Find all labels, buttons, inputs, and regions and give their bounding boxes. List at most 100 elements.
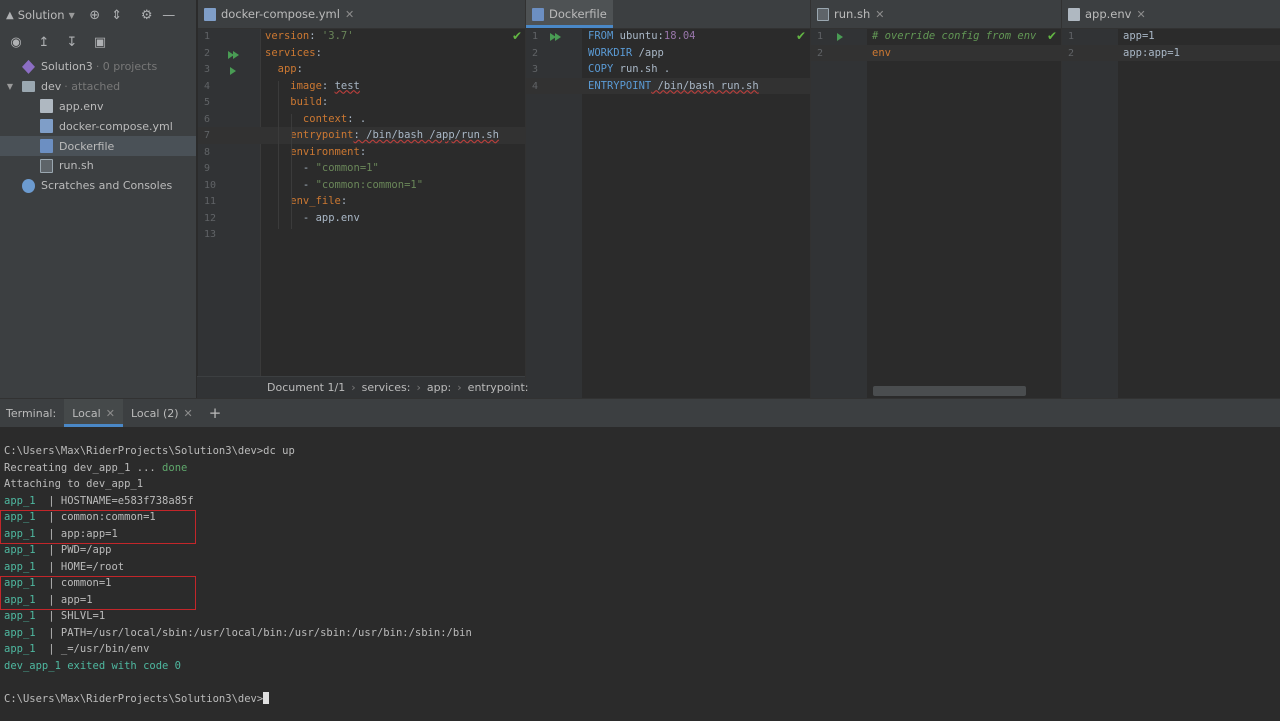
line-number: 9	[204, 163, 211, 174]
code-line: app:app=1	[1123, 47, 1180, 59]
terminal-output[interactable]: C:\Users\Max\RiderProjects\Solution3\dev…	[4, 443, 472, 707]
tab-docker-compose[interactable]: docker-compose.yml ✕	[198, 0, 361, 29]
code-line: ENTRYPOINT /bin/bash run.sh	[588, 80, 759, 92]
close-icon[interactable]: ✕	[345, 8, 354, 21]
collapse-all-icon[interactable]: ⇕	[109, 7, 125, 23]
tree-item-scratches[interactable]: Scratches and Consoles	[0, 176, 196, 196]
horizontal-scrollbar[interactable]	[873, 386, 1026, 396]
new-terminal-button[interactable]: +	[201, 399, 230, 427]
pane-divider[interactable]	[810, 0, 811, 398]
code-line: context: .	[265, 113, 366, 125]
code-token: app:app=1	[1123, 46, 1180, 59]
indent-guide	[291, 113, 292, 229]
check-icon[interactable]: ✔	[1047, 29, 1057, 43]
terminal-line-text: | SHLVL=1	[48, 610, 106, 622]
line-number: 11	[204, 196, 217, 207]
close-icon[interactable]: ✕	[184, 407, 193, 420]
tree-item-label: run.sh	[59, 159, 94, 173]
chevron-down-icon[interactable]: ▼	[4, 82, 16, 91]
tree-item-label: Solution3	[41, 60, 93, 74]
solution-header: ▲ Solution ▼ ⊕ ⇕ ⚙ —	[0, 0, 196, 30]
terminal-line-text: | PATH=/usr/local/sbin:/usr/local/bin:/u…	[48, 626, 472, 639]
tab-run-sh[interactable]: run.sh ✕	[811, 0, 891, 29]
pane-divider[interactable]	[525, 0, 526, 398]
terminal-tabs: Terminal: Local ✕ Local (2) ✕ +	[0, 399, 1280, 427]
tab-app-env[interactable]: app.env ✕	[1062, 0, 1152, 29]
tree-item-docker-compose[interactable]: docker-compose.yml	[0, 116, 196, 136]
tab-dockerfile[interactable]: Dockerfile	[526, 0, 613, 29]
terminal-line-text: C:\Users\Max\RiderProjects\Solution3\dev…	[4, 445, 295, 457]
code-line: app=1	[1123, 30, 1155, 42]
tree-item-run-sh[interactable]: run.sh	[0, 156, 196, 176]
hide-panel-icon[interactable]: —	[161, 7, 177, 23]
gear-icon[interactable]: ⚙	[139, 7, 155, 23]
editor-dockerfile[interactable]: 1 2 3 4 FROM ubuntu:18.04 WORKDIR /app COPY ru…	[526, 29, 810, 398]
code-token: build	[265, 96, 322, 108]
plus-icon: +	[208, 404, 222, 422]
run-all-icon[interactable]	[233, 51, 239, 59]
terminal-tab-local[interactable]: Local ✕	[64, 399, 123, 427]
terminal-panel: Terminal: Local ✕ Local (2) ✕ + C:\Users…	[0, 398, 1280, 721]
code-line: version: '3.7'	[265, 30, 354, 42]
run-all-icon[interactable]	[555, 33, 561, 41]
add-icon[interactable]: ◉	[8, 34, 24, 50]
run-icon[interactable]	[230, 67, 236, 75]
editor-run-sh[interactable]: 1 2 # override config from env env ✔	[811, 29, 1061, 398]
breadcrumb-item[interactable]: Document 1/1	[267, 381, 345, 394]
dockerfile-icon	[40, 139, 53, 154]
code-token: app	[265, 63, 297, 75]
tree-item-label: Scratches and Consoles	[41, 179, 173, 193]
expand-up-icon[interactable]: ↥	[36, 34, 52, 50]
tree-item-dockerfile[interactable]: Dockerfile	[0, 136, 196, 156]
tree-item-app-env[interactable]: app.env	[0, 97, 196, 117]
tab-label: docker-compose.yml	[221, 7, 340, 21]
highlight-box	[0, 576, 196, 610]
pane-divider[interactable]	[1061, 0, 1062, 398]
scratches-icon	[22, 178, 35, 193]
editor-app-env[interactable]: 1 2 app=1 app:app=1	[1062, 29, 1280, 398]
terminal-line: app_1 | _=/usr/bin/env	[4, 641, 472, 658]
tree-item-meta: · attached	[64, 80, 121, 94]
breadcrumb-item[interactable]: app:	[427, 381, 451, 394]
close-icon[interactable]: ✕	[106, 407, 115, 420]
code-token: services	[265, 46, 316, 59]
code-token: ubuntu:	[613, 30, 664, 42]
close-icon[interactable]: ✕	[875, 8, 884, 21]
tree-item-solution[interactable]: Solution3 · 0 projects	[0, 57, 196, 77]
terminal-line: Attaching to dev_app_1	[4, 476, 472, 493]
code-token: :	[359, 145, 367, 158]
expand-down-icon[interactable]: ↧	[64, 34, 80, 50]
docker-compose-icon	[204, 7, 216, 21]
code-token: run.sh .	[613, 63, 671, 75]
show-files-icon[interactable]: ▣	[92, 34, 108, 50]
breadcrumb-item[interactable]: services:	[362, 381, 411, 394]
check-icon[interactable]: ✔	[512, 29, 522, 43]
check-icon[interactable]: ✔	[796, 29, 806, 43]
code-token: COPY	[588, 63, 614, 75]
tree-item-label: dev	[41, 80, 62, 94]
current-line-highlight	[811, 44, 1061, 61]
solution-view-dropdown[interactable]: ▲ Solution ▼	[6, 8, 75, 22]
tab-label: Local (2)	[130, 406, 179, 420]
code-token: # override config from env	[872, 30, 1037, 42]
code-token: :	[321, 79, 335, 92]
close-icon[interactable]: ✕	[1136, 8, 1145, 21]
locate-icon[interactable]: ⊕	[87, 7, 103, 23]
chevron-right-icon: ›	[416, 381, 421, 394]
solution-explorer: ▲ Solution ▼ ⊕ ⇕ ⚙ — ◉ ↥ ↧ ▣ Solution3 ·…	[0, 0, 197, 398]
terminal-line-prefix: app_1	[4, 610, 49, 622]
terminal-line-prefix: dev_app_1 exited with code 0	[4, 659, 182, 672]
line-number: 3	[532, 64, 539, 75]
terminal-line: app_1 | HOME=/root	[4, 559, 472, 576]
code-token: :	[315, 46, 322, 59]
line-number: 1	[532, 31, 539, 42]
tree-item-dev[interactable]: ▼ dev · attached	[0, 77, 196, 97]
breadcrumb-item[interactable]: entrypoint:	[468, 381, 529, 394]
editor-docker-compose[interactable]: 1 2 3 4 5 6 7 8 9 10 11 12 13 version: '3.7' services:…	[198, 29, 525, 376]
code-token: image	[265, 79, 322, 92]
terminal-tab-local-2[interactable]: Local (2) ✕	[123, 399, 201, 427]
line-number: 4	[204, 80, 211, 92]
run-icon[interactable]	[837, 33, 843, 41]
line-number: 4	[532, 80, 539, 92]
line-number: 3	[204, 64, 211, 75]
